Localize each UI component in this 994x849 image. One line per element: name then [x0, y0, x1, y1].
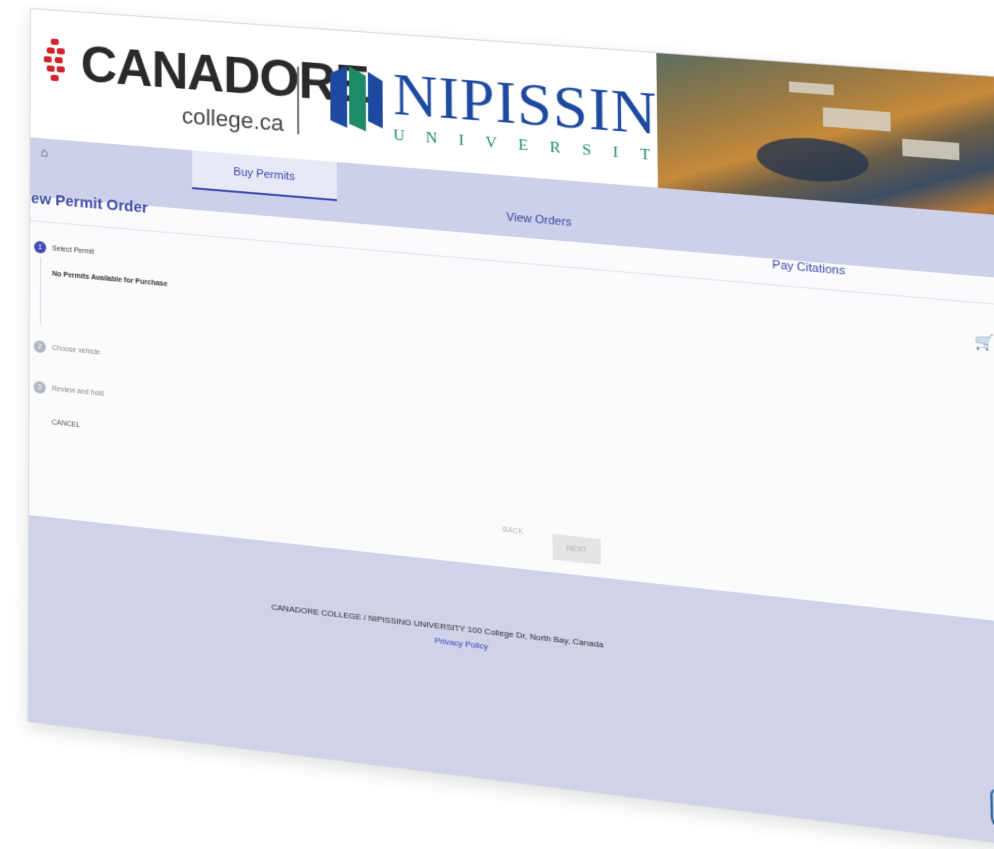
- back-button[interactable]: BACK: [503, 526, 524, 536]
- tab-view-orders[interactable]: View Orders: [464, 195, 615, 245]
- step-number: 2: [33, 339, 46, 354]
- step-label: Review and hold: [51, 385, 105, 398]
- canadore-logo[interactable]: CANADORE: [39, 35, 369, 115]
- canadore-domain: college.ca: [181, 102, 284, 137]
- step-label: Choose vehicle: [51, 344, 101, 357]
- empty-state-message: No Permits Available for Purchase: [52, 270, 168, 289]
- cart-icon[interactable]: 🛒: [975, 332, 994, 352]
- logo-divider: [296, 66, 300, 135]
- home-icon[interactable]: ⌂: [40, 144, 48, 160]
- canadore-maple-icon: [43, 38, 65, 81]
- cancel-button[interactable]: CANCEL: [52, 419, 81, 429]
- step-select-permit[interactable]: 1 Select Permit: [34, 240, 95, 258]
- step-label: Select Permit: [52, 244, 95, 256]
- nipissing-mark-icon: [330, 64, 383, 132]
- photo-building: [902, 138, 960, 161]
- app-window: CANADORE college.ca NIPISSING UNIVERSITY…: [27, 8, 994, 849]
- photo-lake: [756, 134, 870, 186]
- step-number: 3: [33, 380, 46, 395]
- photo-building: [822, 107, 891, 132]
- footer: CANADORE COLLEGE / NIPISSING UNIVERSITY …: [28, 515, 994, 848]
- stepper-rail: [39, 257, 42, 325]
- step-choose-vehicle[interactable]: 2 Choose vehicle: [33, 339, 101, 359]
- privacy-policy-link[interactable]: Privacy Policy: [434, 636, 488, 652]
- photo-building: [788, 81, 834, 96]
- nipissing-logo[interactable]: NIPISSING UNIVERSITY: [328, 60, 706, 170]
- next-button[interactable]: NEXT: [552, 533, 601, 565]
- shield-check-icon[interactable]: ✓: [990, 788, 994, 835]
- step-review-hold[interactable]: 3 Review and hold: [33, 380, 105, 400]
- canadore-name: CANADORE: [80, 35, 369, 115]
- step-number: 1: [34, 240, 47, 254]
